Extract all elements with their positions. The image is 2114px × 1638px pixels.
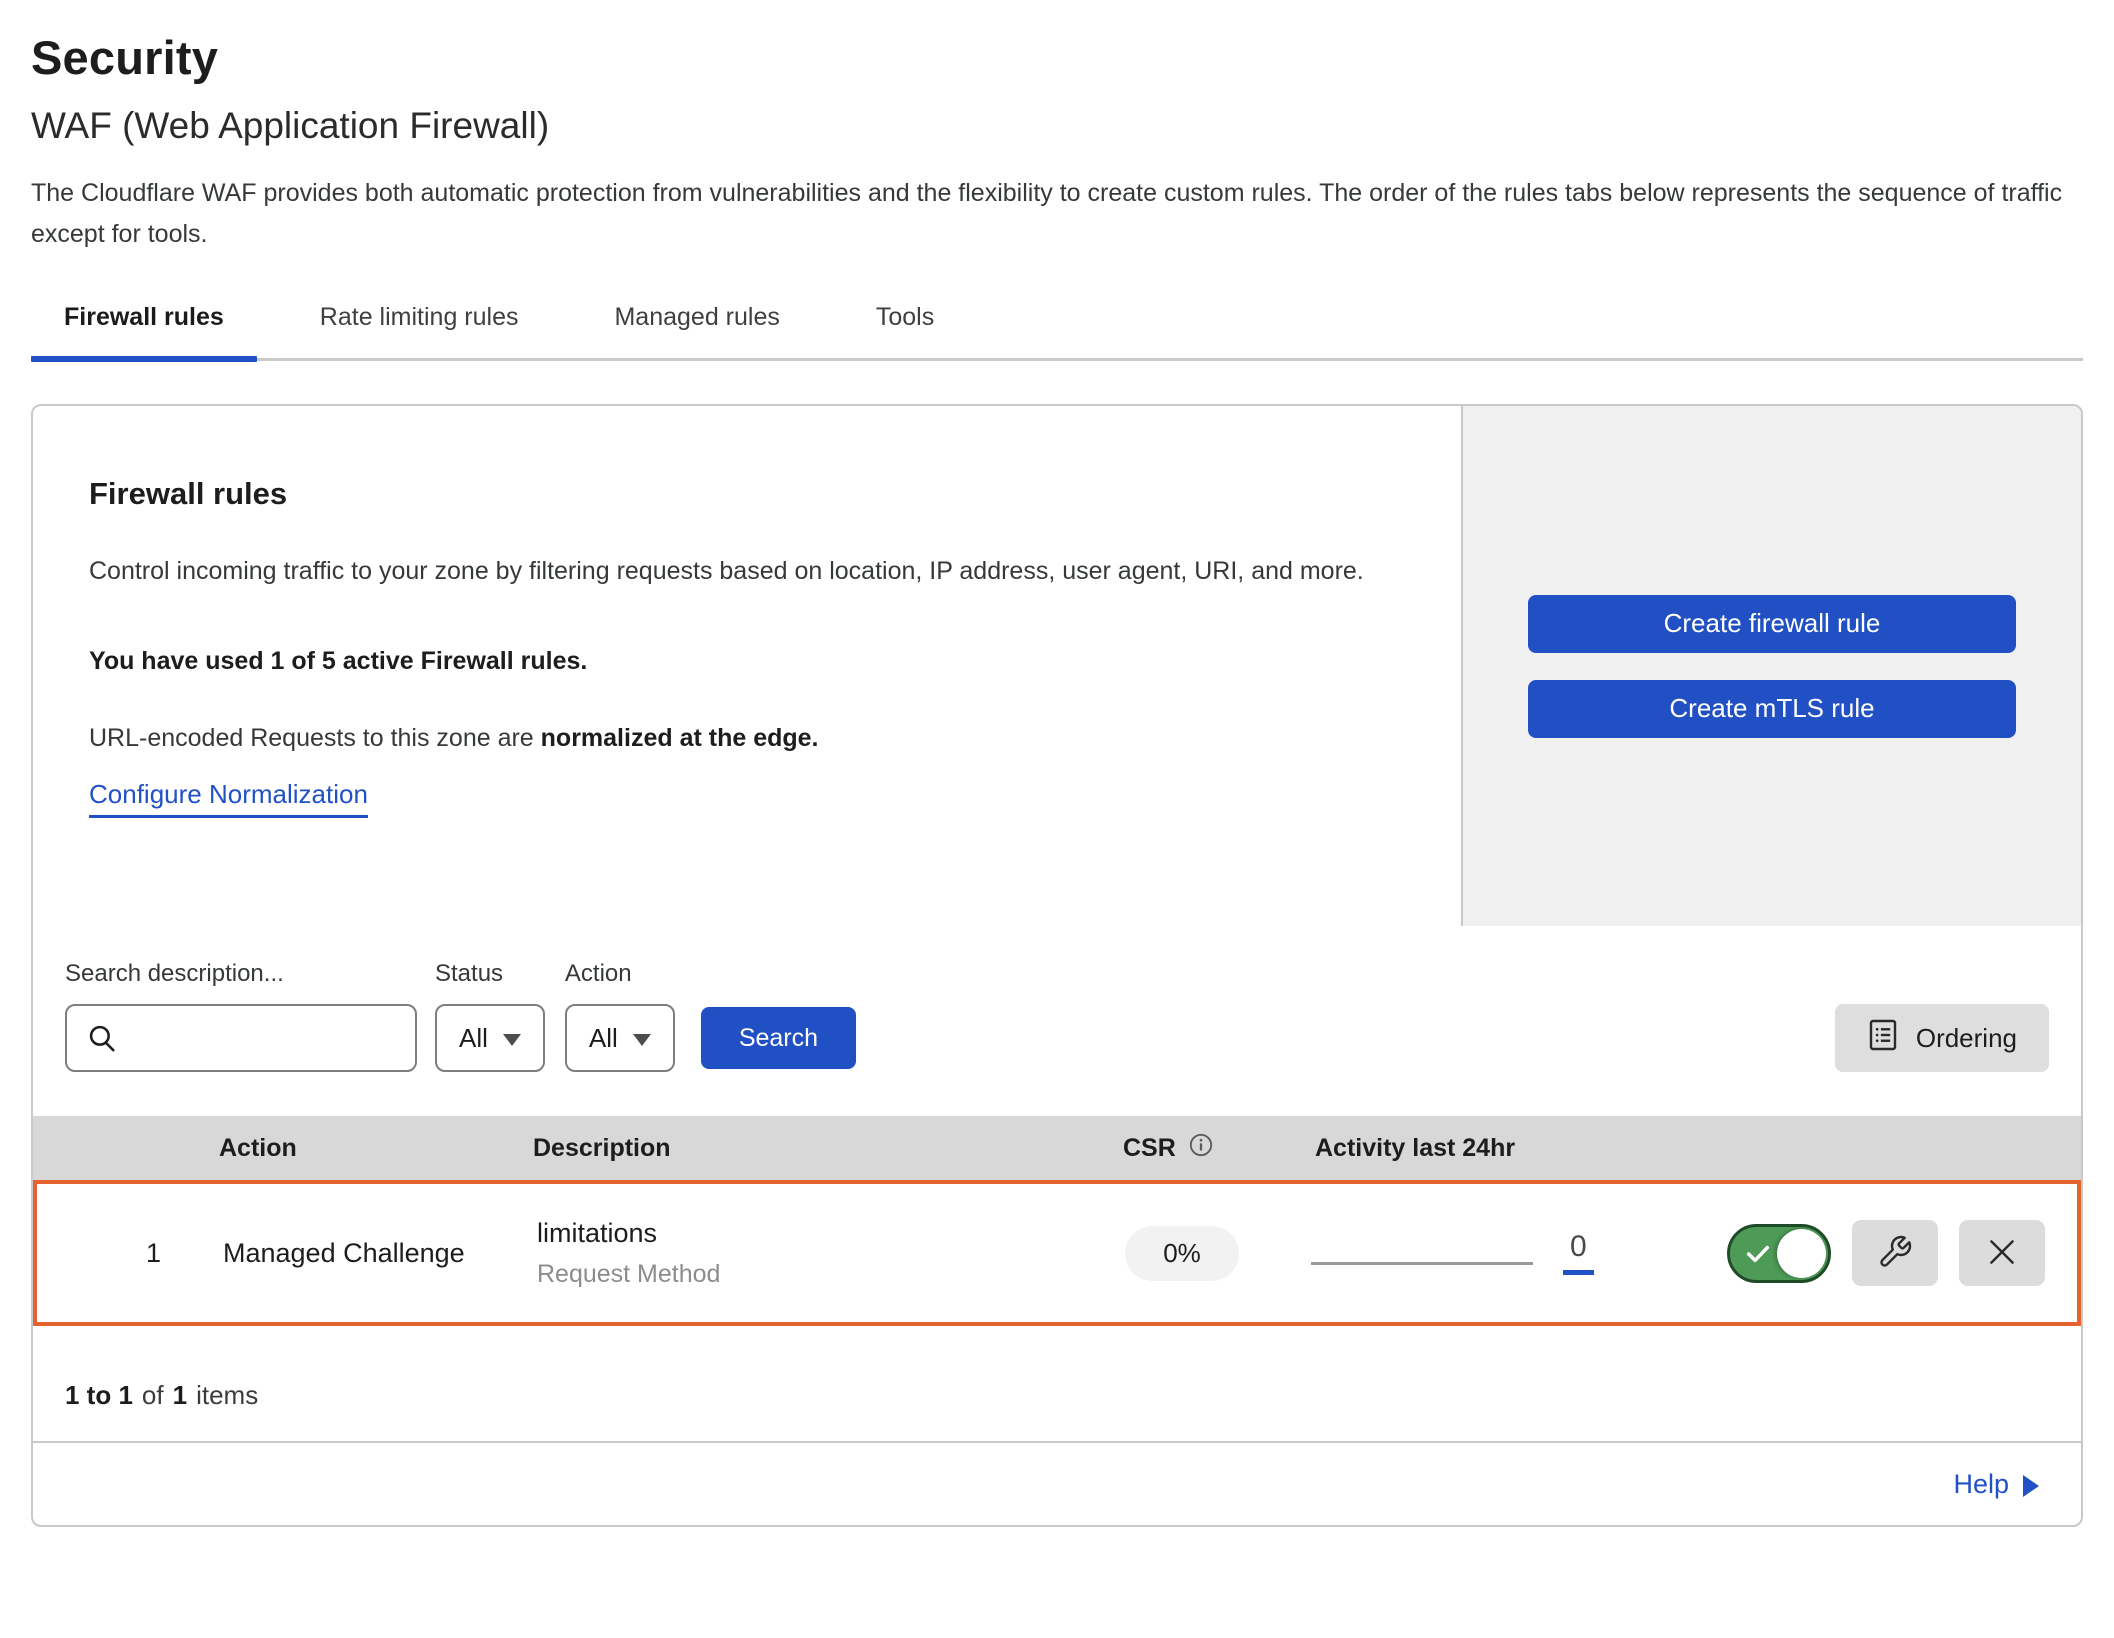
filter-bar: Search description... Status All xyxy=(33,926,2081,1116)
action-label: Action xyxy=(565,960,675,988)
rule-action: Managed Challenge xyxy=(187,1238,537,1269)
tab-tools[interactable]: Tools xyxy=(843,303,967,358)
firewall-rules-description: Control incoming traffic to your zone by… xyxy=(89,548,1399,595)
rule-description-cell: limitations Request Method xyxy=(537,1218,1077,1289)
tab-firewall-rules[interactable]: Firewall rules xyxy=(31,303,257,358)
ordering-button-label: Ordering xyxy=(1916,1023,2017,1054)
activity-count-link[interactable]: 0 xyxy=(1563,1232,1594,1275)
activity-sparkline xyxy=(1311,1262,1533,1265)
status-dropdown-value: All xyxy=(459,1023,488,1054)
list-ordering-icon xyxy=(1867,1017,1899,1060)
action-dropdown[interactable]: All xyxy=(565,1004,675,1072)
summary-range: 1 to 1 xyxy=(65,1380,133,1411)
card-footer: Help xyxy=(33,1441,2081,1525)
column-header-action: Action xyxy=(183,1134,533,1163)
firewall-rules-intro-section: Firewall rules Control incoming traffic … xyxy=(33,406,2081,926)
wrench-icon xyxy=(1877,1234,1913,1273)
security-waf-page: Security WAF (Web Application Firewall) … xyxy=(0,0,2114,1527)
rule-csr-cell: 0% xyxy=(1077,1226,1287,1281)
page-description: The Cloudflare WAF provides both automat… xyxy=(31,173,2083,255)
rule-activity-cell: 0 xyxy=(1287,1232,1727,1275)
column-header-description: Description xyxy=(533,1134,1081,1163)
tab-managed-rules[interactable]: Managed rules xyxy=(581,303,812,358)
create-mtls-rule-button[interactable]: Create mTLS rule xyxy=(1528,680,2016,738)
page-title: Security xyxy=(31,30,2083,85)
search-label: Search description... xyxy=(65,960,417,988)
check-icon xyxy=(1744,1242,1772,1273)
firewall-rules-card: Firewall rules Control incoming traffic … xyxy=(31,404,2083,1527)
table-row-rule-1[interactable]: 1 Managed Challenge limitations Request … xyxy=(33,1180,2081,1326)
toggle-knob xyxy=(1777,1229,1826,1278)
help-link[interactable]: Help xyxy=(1953,1469,2009,1500)
status-label: Status xyxy=(435,960,545,988)
url-normalization-note: URL-encoded Requests to this zone are no… xyxy=(89,724,1405,753)
caret-right-icon xyxy=(2023,1475,2039,1497)
status-dropdown[interactable]: All xyxy=(435,1004,545,1072)
rule-enabled-toggle[interactable] xyxy=(1727,1224,1831,1283)
rules-table-header: Action Description CSR Activity last 24h… xyxy=(33,1116,2081,1180)
create-firewall-rule-button[interactable]: Create firewall rule xyxy=(1528,595,2016,653)
summary-total: 1 xyxy=(173,1380,187,1411)
firewall-rules-heading: Firewall rules xyxy=(89,476,1405,512)
info-icon[interactable] xyxy=(1188,1132,1214,1165)
url-note-bold: normalized at the edge. xyxy=(541,724,819,752)
search-icon xyxy=(85,1021,119,1060)
close-icon xyxy=(1985,1235,2019,1272)
summary-items: items xyxy=(196,1380,258,1411)
page-subtitle: WAF (Web Application Firewall) xyxy=(31,105,2083,147)
delete-rule-button[interactable] xyxy=(1959,1220,2045,1286)
url-note-text: URL-encoded Requests to this zone are xyxy=(89,724,541,752)
csr-badge: 0% xyxy=(1125,1226,1239,1281)
pagination-summary: 1 to 1 of 1 items xyxy=(33,1326,2081,1441)
create-rule-panel: Create firewall rule Create mTLS rule xyxy=(1461,406,2081,926)
tab-rate-limiting-rules[interactable]: Rate limiting rules xyxy=(287,303,552,358)
column-header-activity: Activity last 24hr xyxy=(1291,1134,1731,1163)
search-button[interactable]: Search xyxy=(701,1007,856,1069)
rule-controls xyxy=(1727,1220,2077,1286)
column-header-csr: CSR xyxy=(1081,1132,1291,1165)
chevron-down-icon xyxy=(633,1034,651,1046)
csr-header-label: CSR xyxy=(1123,1134,1176,1163)
rule-priority: 1 xyxy=(37,1238,187,1269)
rule-description: limitations xyxy=(537,1218,1077,1249)
edit-rule-button[interactable] xyxy=(1852,1220,1938,1286)
action-dropdown-value: All xyxy=(589,1023,618,1054)
usage-summary: You have used 1 of 5 active Firewall rul… xyxy=(89,647,1405,676)
summary-of: of xyxy=(142,1380,164,1411)
configure-normalization-link[interactable]: Configure Normalization xyxy=(89,779,368,818)
rule-expression: Request Method xyxy=(537,1260,1077,1289)
waf-tab-bar: Firewall rules Rate limiting rules Manag… xyxy=(31,303,2083,361)
ordering-button[interactable]: Ordering xyxy=(1835,1004,2049,1072)
chevron-down-icon xyxy=(503,1034,521,1046)
